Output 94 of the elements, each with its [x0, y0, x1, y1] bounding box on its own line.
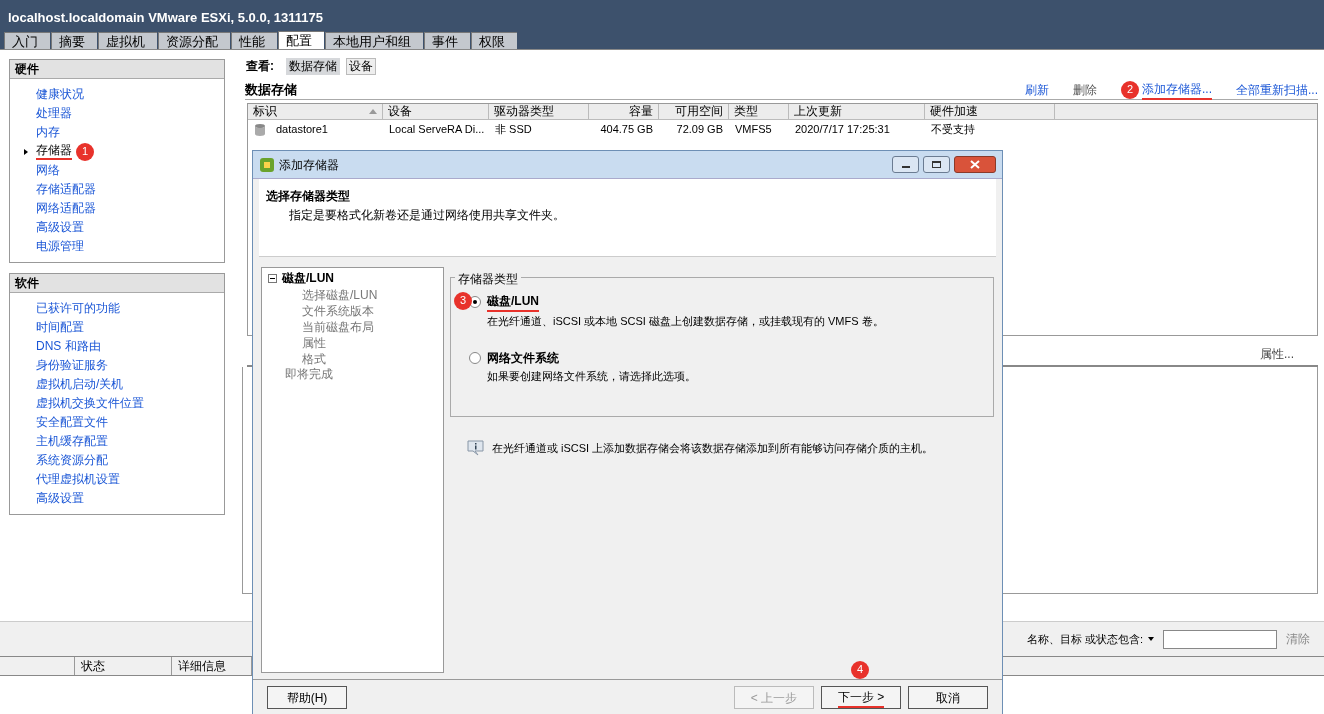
step-item: 属性: [301, 335, 327, 350]
sidebar-item[interactable]: 虚拟机交换文件位置: [36, 396, 144, 411]
sidebar-item[interactable]: 网络适配器: [36, 201, 96, 216]
sidebar-item[interactable]: 主机缓存配置: [36, 434, 108, 449]
column-header[interactable]: 容量: [589, 104, 659, 119]
sidebar-item[interactable]: DNS 和路由: [36, 339, 101, 354]
view-toggle[interactable]: 数据存储: [286, 57, 340, 75]
option-description: 如果要创建网络文件系统，请选择此选项。: [486, 368, 697, 384]
panel-title: 硬件: [10, 60, 224, 79]
filter-field[interactable]: [1163, 629, 1277, 649]
table-cell-text: 404.75 GB: [600, 122, 653, 138]
table-cell-text: datastore1: [276, 122, 328, 138]
column-header[interactable]: 硬件加速: [925, 104, 1055, 119]
column-header[interactable]: 驱动器类型: [489, 104, 589, 119]
tab[interactable]: 性能: [231, 32, 277, 49]
toolbar-link[interactable]: 全部重新扫描...: [1236, 80, 1318, 99]
minimize-button[interactable]: [892, 156, 919, 173]
sidebar-item[interactable]: 存储适配器: [36, 182, 96, 197]
option-label: 网络文件系统: [487, 349, 559, 367]
database-icon: [254, 122, 266, 137]
info-icon: [467, 440, 484, 457]
sidebar-item[interactable]: 代理虚拟机设置: [36, 472, 120, 487]
panel-title: 软件: [10, 274, 224, 293]
column-header[interactable]: 状态: [75, 657, 172, 675]
tab[interactable]: 事件: [424, 32, 470, 49]
sidebar-item[interactable]: 已获许可的功能: [36, 301, 120, 316]
sidebar-item[interactable]: 身份验证服务: [36, 358, 108, 373]
dialog-button[interactable]: 取消: [908, 686, 988, 709]
group-title: 存储器类型: [455, 270, 521, 288]
step-item: 文件系统版本: [301, 303, 375, 318]
properties-link[interactable]: 属性...: [1260, 345, 1294, 363]
table-cell-text: 72.09 GB: [676, 122, 723, 138]
tab[interactable]: 摘要: [51, 32, 97, 49]
column-header[interactable]: 可用空间: [659, 104, 729, 119]
sidebar-item[interactable]: 高级设置: [36, 491, 84, 506]
dialog-subheading: 指定是要格式化新卷还是通过网络使用共享文件夹。: [288, 207, 566, 224]
tab[interactable]: 配置: [278, 31, 324, 49]
radio-button[interactable]: [469, 351, 481, 364]
window-title: localhost.localdomain VMware ESXi, 5.0.0, 1311175: [0, 0, 1324, 31]
caret-icon[interactable]: [1148, 637, 1154, 641]
table-cell-text: Local ServeRA Di...: [389, 122, 485, 138]
step-item: 当前磁盘布局: [301, 319, 375, 334]
table-cell-text: 不受支持: [931, 122, 975, 138]
annotation-badge: 1: [76, 142, 94, 161]
column-header[interactable]: 标识: [248, 104, 383, 119]
tab[interactable]: 入门: [4, 32, 50, 49]
tab[interactable]: 资源分配: [158, 32, 230, 49]
sidebar-item[interactable]: 网络: [36, 163, 60, 178]
tab[interactable]: 权限: [471, 32, 517, 49]
sidebar-item[interactable]: 处理器: [36, 106, 72, 121]
annotation-badge: 2: [1120, 80, 1139, 99]
arrow-icon: [24, 148, 28, 155]
maximize-button[interactable]: [923, 156, 950, 173]
view-label: 查看:: [246, 58, 274, 75]
option-description: 在光纤通道、iSCSI 或本地 SCSI 磁盘上创建数据存储，或挂载现有的 VMFS 卷。: [486, 314, 885, 329]
sidebar-item[interactable]: 电源管理: [36, 239, 84, 254]
toolbar-link[interactable]: 刷新: [1024, 80, 1049, 99]
sidebar-item[interactable]: 时间配置: [36, 320, 84, 335]
close-icon: [970, 160, 980, 169]
close-button[interactable]: [954, 156, 996, 173]
sidebar-item[interactable]: 内存: [36, 125, 60, 140]
tab[interactable]: 本地用户和组: [325, 32, 423, 49]
sidebar-item[interactable]: 健康状况: [36, 87, 84, 102]
section-title: 数据存储: [245, 80, 298, 99]
dialog-button[interactable]: 下一步 >: [821, 686, 901, 709]
sidebar-item[interactable]: 高级设置: [36, 220, 84, 235]
step-item: 格式: [301, 351, 327, 366]
sidebar-item[interactable]: 系统资源分配: [36, 453, 108, 468]
step-item: 磁盘/LUN: [282, 270, 334, 287]
annotation-badge: 3: [454, 291, 472, 310]
toolbar-link[interactable]: 添加存储器...: [1141, 79, 1212, 100]
dialog-heading: 选择存储器类型: [266, 188, 351, 205]
sidebar-item[interactable]: 存储器: [36, 143, 72, 160]
table-cell-text: 非 SSD: [495, 122, 532, 138]
filter-label: 名称、目标 或状态包含:: [1026, 631, 1143, 647]
tab[interactable]: 虚拟机: [98, 32, 157, 49]
dialog-title: 添加存储器: [279, 156, 340, 174]
app-logo-icon: [259, 156, 275, 173]
column-header[interactable]: 类型: [729, 104, 789, 119]
column-header[interactable]: 设备: [383, 104, 489, 119]
annotation-badge: 4: [851, 660, 869, 679]
info-note: 在光纤通道或 iSCSI 上添加数据存储会将该数据存储添加到所有能够访问存储介质的主机。: [492, 441, 934, 456]
sidebar-item[interactable]: 安全配置文件: [36, 415, 108, 430]
sidebar-item[interactable]: 虚拟机启动/关机: [36, 377, 124, 392]
table-cell-text: VMFS5: [735, 122, 772, 138]
step-item: 选择磁盘/LUN: [301, 287, 379, 302]
collapse-icon[interactable]: [268, 273, 277, 283]
column-header[interactable]: 上次更新: [789, 104, 925, 119]
sort-icon: [369, 109, 377, 114]
option-label: 磁盘/LUN: [487, 292, 539, 312]
dialog-button[interactable]: 帮助(H): [267, 686, 347, 709]
view-toggle[interactable]: 设备: [346, 57, 376, 75]
step-item: 即将完成: [285, 366, 333, 383]
table-cell-text: 2020/7/17 17:25:31: [795, 122, 890, 138]
